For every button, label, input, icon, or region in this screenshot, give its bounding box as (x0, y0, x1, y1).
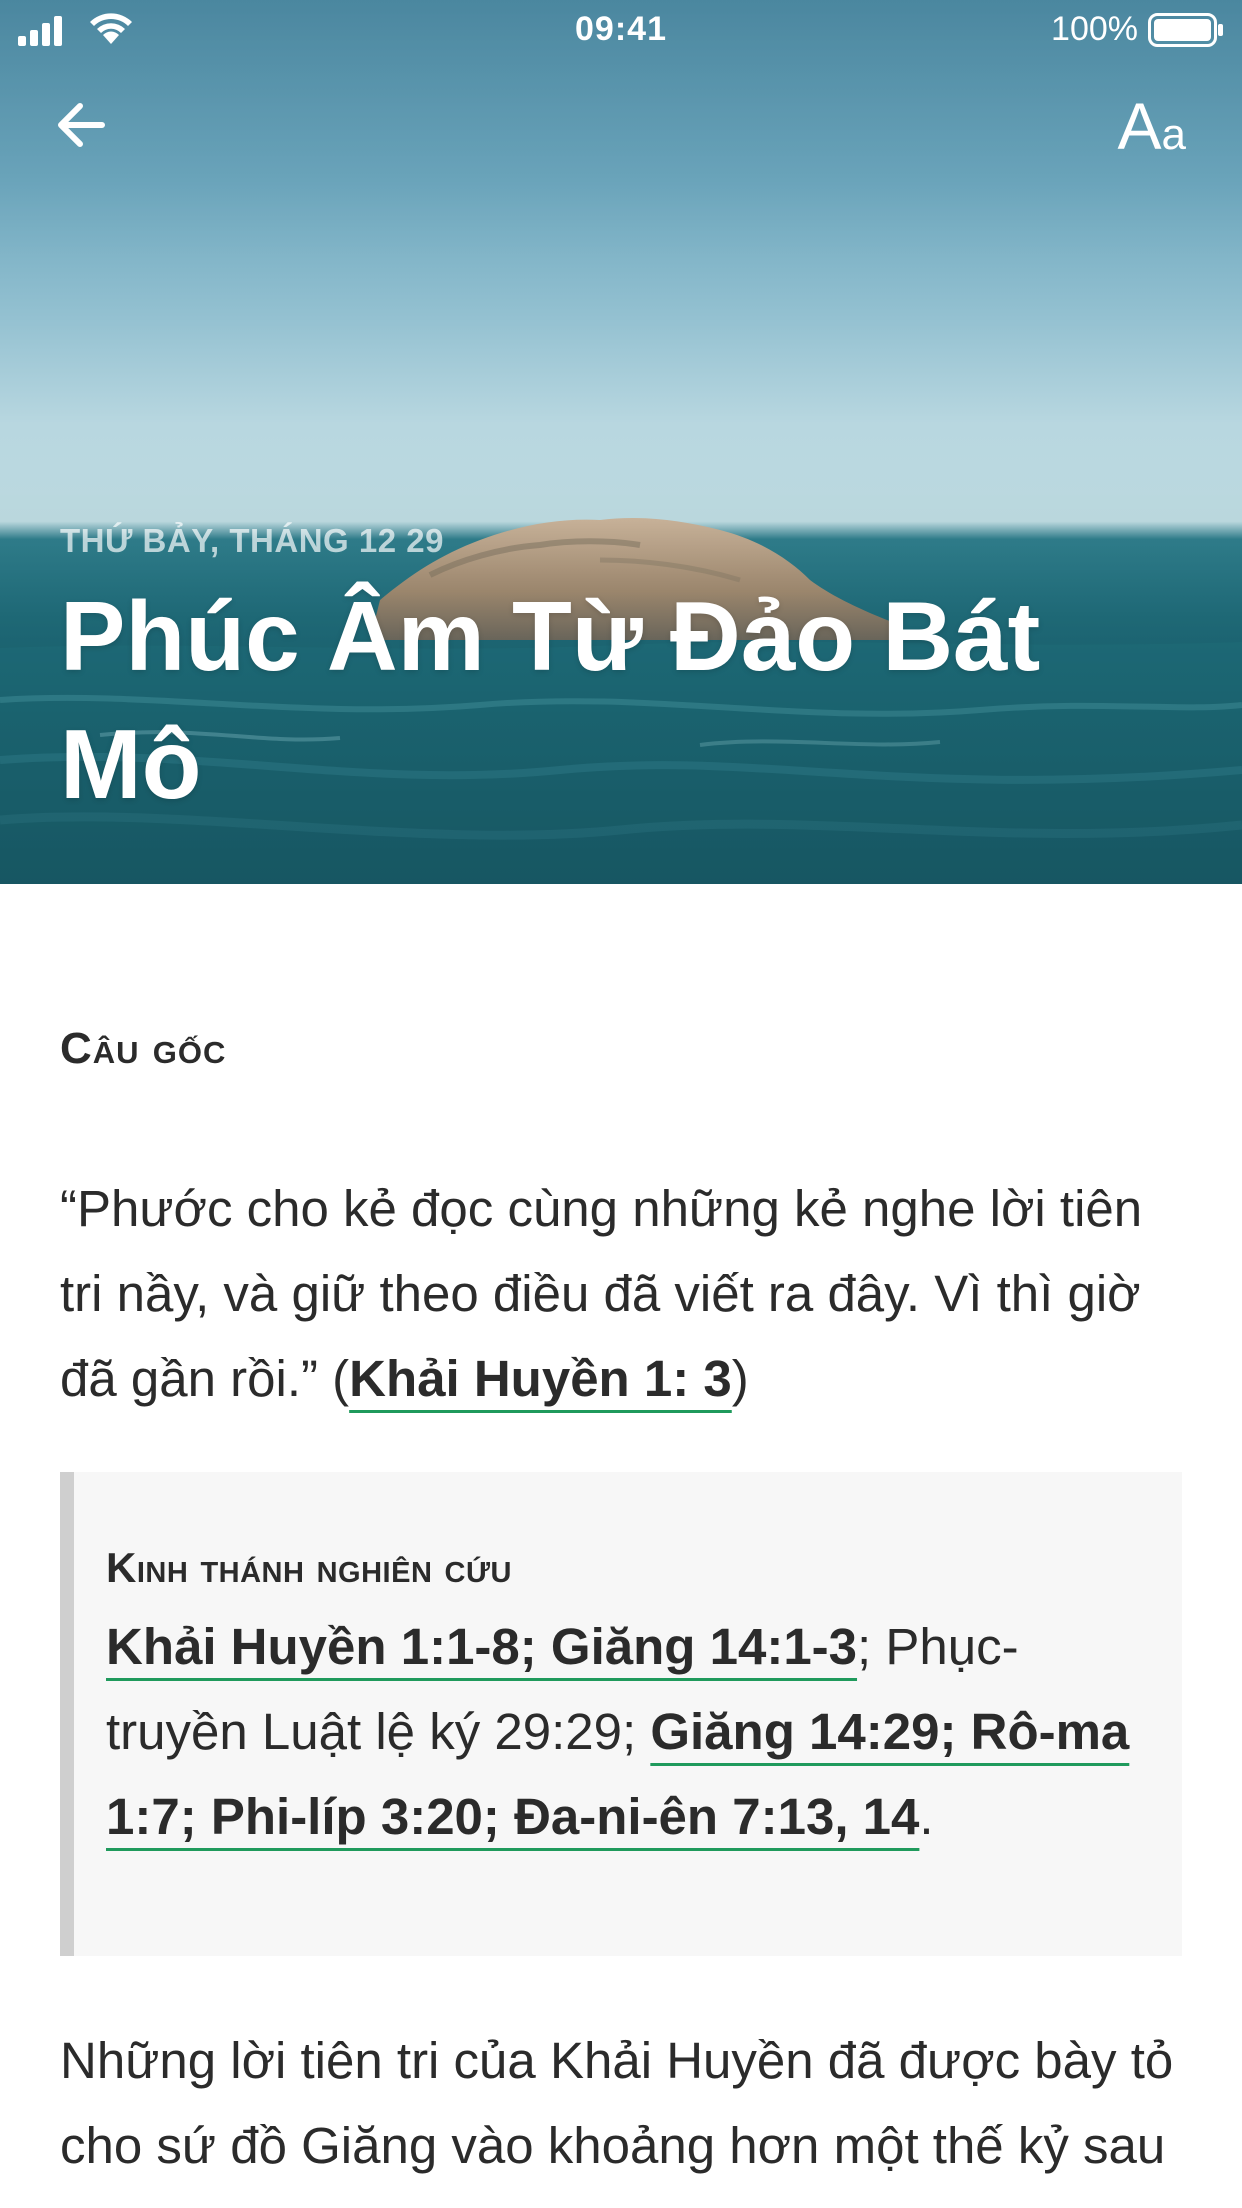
memory-verse-closing: ) (731, 1350, 749, 1407)
back-arrow-icon[interactable] (52, 94, 114, 156)
battery-percent: 100% (1051, 10, 1138, 48)
study-reference-end: . (919, 1788, 934, 1845)
lesson-title: Phúc Âm Từ Đảo Bát Mô (60, 581, 1041, 819)
font-size-button[interactable]: Aa (1117, 88, 1186, 164)
lesson-date: THỨ BẢY, THÁNG 12 29 (60, 522, 444, 559)
lesson-body-paragraph: Những lời tiên tri của Khải Huyền đã đượ… (60, 2032, 1174, 2208)
status-bar: 09:41 100% (0, 0, 1242, 60)
bible-study-box: Kinh thánh nghiên cứu Khải Huyền 1:1-8; … (60, 1472, 1182, 1956)
bible-study-heading: Kinh thánh nghiên cứu (106, 1544, 512, 1591)
battery-full-icon (1148, 13, 1223, 47)
memory-verse-reference-link[interactable]: Khải Huyền 1: 3 (349, 1350, 732, 1407)
font-size-small-a: a (1161, 110, 1186, 159)
study-reference-link-1[interactable]: Khải Huyền 1:1-8; Giăng 14:1-3 (106, 1618, 857, 1675)
bible-study-references: Khải Huyền 1:1-8; Giăng 14:1-3; Phục-tru… (106, 1604, 1156, 1859)
hero-header: 09:41 100% Aa THỨ BẢY, THÁNG 12 29 Phúc … (0, 0, 1242, 884)
memory-verse-text: “Phước cho kẻ đọc cùng những kẻ nghe lời… (60, 1166, 1190, 1421)
font-size-big-a: A (1117, 89, 1162, 163)
memory-verse-heading: Câu gốc (60, 1024, 227, 1073)
